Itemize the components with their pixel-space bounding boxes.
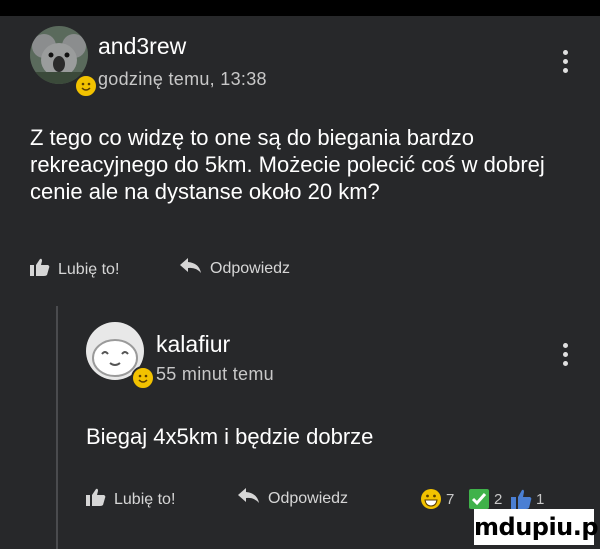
post-username[interactable]: and3rew	[98, 33, 186, 60]
grin-emoji-icon	[420, 488, 442, 510]
post-text: Z tego co widzę to one są do biegania ba…	[30, 125, 545, 204]
reply-like-button[interactable]: Lubię to!	[86, 488, 175, 511]
emoji-badge-icon	[131, 366, 155, 390]
reply-username[interactable]: kalafiur	[156, 331, 230, 358]
reply-reply-button[interactable]: Odpowiedz	[238, 488, 348, 509]
watermark-logo: mdupiu.pl	[474, 509, 600, 545]
reply-like-label: Lubię to!	[114, 490, 176, 508]
reply-arrow-icon	[238, 488, 260, 509]
reaction-thumbs-count: 1	[536, 490, 545, 508]
post-like-label: Lubię to!	[58, 260, 120, 278]
post-more-options-icon[interactable]	[563, 50, 569, 77]
reply-more-options-icon[interactable]	[563, 343, 569, 370]
reaction-grin[interactable]: 7	[420, 488, 454, 510]
post-reply-label: Odpowiedz	[210, 259, 291, 277]
thumbs-up-icon	[86, 488, 106, 511]
checkmark-icon	[468, 488, 490, 510]
reply-arrow-icon	[180, 258, 202, 279]
post-like-button[interactable]: Lubię to!	[30, 258, 119, 281]
emoji-badge-icon	[74, 74, 98, 98]
reply-reply-label: Odpowiedz	[268, 489, 349, 507]
thumbs-up-icon	[510, 488, 532, 510]
reaction-grin-count: 7	[446, 490, 455, 508]
top-bar	[0, 0, 600, 16]
reaction-thumbs[interactable]: 1	[510, 488, 544, 510]
reply-text: Biegaj 4x5km i będzie dobrze	[86, 424, 374, 449]
post-reply-button[interactable]: Odpowiedz	[180, 258, 290, 279]
reply-timestamp: 55 minut temu	[156, 364, 274, 384]
thumbs-up-icon	[30, 258, 50, 281]
thread-line	[56, 306, 58, 549]
post-timestamp: godzinę temu, 13:38	[98, 69, 267, 89]
reaction-check[interactable]: 2	[468, 488, 502, 510]
reaction-check-count: 2	[494, 490, 503, 508]
